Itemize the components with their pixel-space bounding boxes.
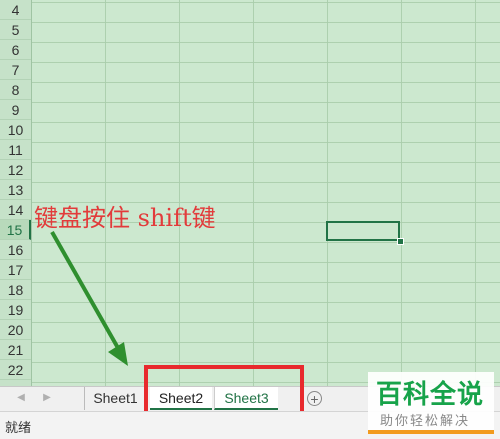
tab-sheet1[interactable]: Sheet1 [84, 387, 146, 410]
row-header[interactable]: 17 [0, 260, 31, 280]
row-header[interactable]: 10 [0, 120, 31, 140]
row-header[interactable]: 19 [0, 300, 31, 320]
annotation-text: 键盘按住 shift键 [34, 204, 216, 232]
row-header[interactable]: 12 [0, 160, 31, 180]
row-header[interactable]: 16 [0, 240, 31, 260]
plus-circle-icon[interactable]: + [307, 391, 322, 406]
row-header[interactable]: 8 [0, 80, 31, 100]
selected-cell[interactable] [326, 221, 400, 241]
worksheet-grid[interactable] [0, 0, 500, 386]
row-header[interactable]: 20 [0, 320, 31, 340]
row-header[interactable]: 22 [0, 360, 31, 380]
scroll-left-icon[interactable]: ◀ [14, 391, 28, 405]
row-header[interactable]: 6 [0, 40, 31, 60]
row-header[interactable]: 7 [0, 60, 31, 80]
row-headers: 4 5 6 7 8 9 10 11 12 13 14 15 16 17 18 1… [0, 0, 32, 386]
row-header[interactable]: 13 [0, 180, 31, 200]
row-header[interactable]: 4 [0, 0, 31, 20]
row-header[interactable]: 21 [0, 340, 31, 360]
scroll-right-icon[interactable]: ▶ [40, 391, 54, 405]
watermark-stripe [368, 430, 494, 434]
row-header[interactable]: 9 [0, 100, 31, 120]
watermark-title: 百科全说 [376, 379, 485, 409]
watermark-logo: 百科全说 助你轻松解决 [368, 372, 494, 434]
row-header[interactable]: 14 [0, 200, 31, 220]
row-header[interactable]: 18 [0, 280, 31, 300]
tab-sheet2[interactable]: Sheet2 [150, 387, 212, 410]
row-header[interactable]: 11 [0, 140, 31, 160]
row-header-active[interactable]: 15 [0, 220, 31, 240]
fill-handle[interactable] [397, 238, 404, 245]
tab-sheet3[interactable]: Sheet3 [214, 387, 278, 410]
row-header[interactable]: 5 [0, 20, 31, 40]
watermark-subtitle: 助你轻松解决 [380, 413, 471, 428]
status-text: 就绪 [5, 420, 32, 435]
